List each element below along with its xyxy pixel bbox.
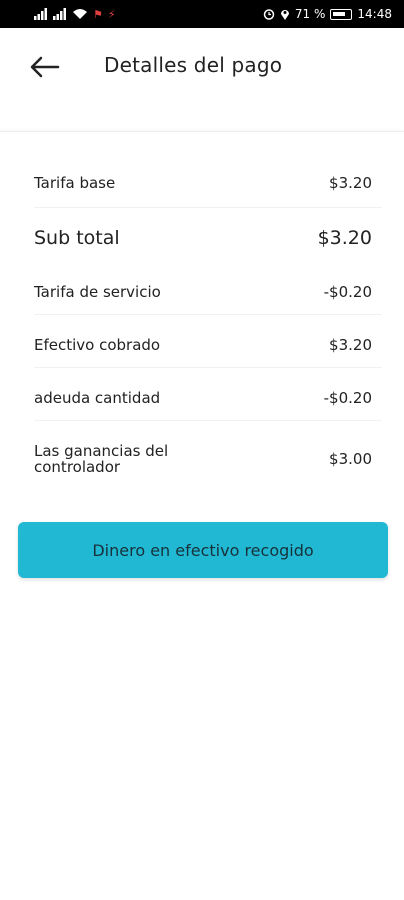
divider [34,367,382,368]
detail-value: -$0.20 [323,389,372,407]
status-bar: ⚑ ⚡ 71 % 14:48 [0,0,404,28]
signal-icon-2 [53,8,67,20]
payment-details-card: Tarifa base $3.20 Sub total $3.20 Tarifa… [0,131,404,506]
clock: 14:48 [357,7,392,21]
detail-row-driver-earnings: Las ganancias del controlador $3.00 [34,443,372,475]
signal-icon [34,8,48,20]
page-title: Detalles del pago [104,53,283,77]
back-button[interactable] [24,52,66,82]
battery-percent: 71 % [294,7,326,21]
wifi-icon [72,8,88,20]
detail-label: Tarifa de servicio [34,283,161,301]
cash-collected-button[interactable]: Dinero en efectivo recogido [18,522,388,578]
location-icon [280,8,290,20]
status-right: 71 % 14:48 [263,7,392,21]
divider [34,207,382,208]
notification-icon: ⚑ [93,7,103,21]
detail-label: Efectivo cobrado [34,336,161,354]
detail-value: $3.20 [329,174,372,192]
detail-value: $3.00 [329,450,372,468]
detail-label: adeuda cantidad [34,389,161,407]
back-arrow-icon [30,56,60,78]
detail-label: Sub total [34,227,120,249]
detail-value: -$0.20 [323,283,372,301]
notification-icon-2: ⚡ [107,7,116,21]
detail-row-base-fare: Tarifa base $3.20 [34,174,372,192]
detail-row-amount-owed: adeuda cantidad -$0.20 [34,389,372,407]
detail-label-line1: Las ganancias del [34,442,169,460]
detail-label: Tarifa base [34,174,116,192]
detail-row-cash-collected: Efectivo cobrado $3.20 [34,336,372,354]
status-left: ⚑ ⚡ [34,8,116,21]
detail-value: $3.20 [317,227,372,249]
app-header: Detalles del pago [0,28,404,106]
detail-label-line2: controlador [34,458,121,476]
detail-label: Las ganancias del controlador [34,443,168,475]
battery-icon [330,8,353,20]
divider [34,420,382,421]
divider [34,314,382,315]
alarm-icon [263,8,275,20]
detail-row-subtotal: Sub total $3.20 [34,227,372,249]
detail-row-service-fee: Tarifa de servicio -$0.20 [34,283,372,301]
detail-value: $3.20 [329,336,372,354]
